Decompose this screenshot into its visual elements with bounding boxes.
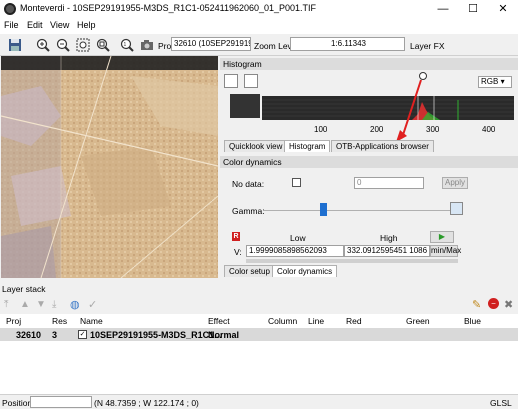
col-column[interactable]: Column: [268, 316, 297, 326]
zoom-layer-icon[interactable]: 1: [118, 36, 136, 53]
row-name: 10SEP29191955-M3DS_R1C1...: [90, 330, 222, 340]
tab-otb-applications-browser[interactable]: OTB-Applications browser: [331, 140, 434, 152]
col-effect[interactable]: Effect: [208, 316, 230, 326]
menu-file[interactable]: File: [4, 20, 19, 30]
col-res[interactable]: Res: [52, 316, 67, 326]
layer-stack-header: Layer stack: [0, 282, 518, 296]
title-bar: Monteverdi - 10SEP29191955-M3DS_R1C1-052…: [0, 0, 518, 18]
minmax-button[interactable]: min/Max: [430, 245, 461, 257]
zoom-level-field[interactable]: 1:6.11343: [290, 37, 405, 51]
histogram-title: Histogram: [223, 59, 262, 69]
nodata-label: No data:: [232, 179, 265, 189]
move-down-icon[interactable]: ▼: [36, 299, 46, 310]
col-green[interactable]: Green: [406, 316, 430, 326]
row-effect: Normal: [208, 330, 240, 340]
layer-visible-checkbox[interactable]: ✓: [78, 330, 87, 339]
tab-quicklook-view[interactable]: Quicklook view: [224, 140, 288, 152]
image-view[interactable]: [1, 56, 218, 278]
row-res: 3: [52, 330, 58, 340]
high-value-field[interactable]: 332.0912595451 1086: [344, 245, 430, 257]
tab-color-dynamics[interactable]: Color dynamics: [272, 265, 338, 277]
move-top-icon[interactable]: ⤒: [4, 299, 8, 310]
app-icon: [4, 3, 16, 15]
histogram-settings-icon[interactable]: [244, 74, 258, 88]
gamma-reset-icon[interactable]: [450, 202, 463, 215]
partial-row: [246, 259, 458, 263]
gamma-label: Gamma:: [232, 206, 265, 216]
histogram-tick-200: 200: [370, 125, 384, 134]
apply-button[interactable]: Apply: [442, 177, 468, 189]
delete-all-icon[interactable]: ✖: [504, 298, 513, 311]
col-blue[interactable]: Blue: [464, 316, 481, 326]
tab-color-setup[interactable]: Color setup: [224, 265, 275, 277]
screenshot-icon[interactable]: [138, 36, 156, 53]
zoom-extent-icon[interactable]: [74, 36, 92, 53]
delete-layer-icon[interactable]: −: [488, 298, 499, 309]
save-icon[interactable]: [6, 36, 24, 53]
maximize-button[interactable]: ☐: [458, 0, 488, 18]
col-proj[interactable]: Proj: [6, 316, 21, 326]
red-channel-badge: R: [232, 232, 240, 241]
play-icon[interactable]: ▶: [430, 231, 454, 243]
histogram-zoom-icon[interactable]: [224, 74, 238, 88]
tab-histogram[interactable]: Histogram: [284, 140, 331, 152]
low-label: Low: [290, 233, 306, 243]
position-field[interactable]: [30, 396, 92, 408]
apply-check-icon[interactable]: ✓: [88, 298, 97, 311]
color-dynamics-title: Color dynamics: [223, 157, 282, 167]
close-button[interactable]: ✕: [488, 0, 518, 18]
nodata-value-field[interactable]: 0: [354, 177, 424, 189]
layer-stack-panel: Layer stack ⤒ ▲ ▼ ⤓ ◍ ✓ ✎ − ✖ Proj Res N…: [0, 282, 518, 394]
high-label: High: [380, 233, 398, 243]
layer-stack-toolbar: ⤒ ▲ ▼ ⤓ ◍ ✓ ✎ − ✖: [0, 296, 518, 314]
load-layer-icon[interactable]: ✎: [472, 298, 481, 311]
table-row[interactable]: 32610 3 ✓ 10SEP29191955-M3DS_R1C1... Nor…: [0, 328, 518, 341]
main-toolbar: 1 Proj 32610 (10SEP291919 Zoom Level 1:6…: [0, 34, 518, 56]
zoom-full-icon[interactable]: [94, 36, 112, 53]
col-line[interactable]: Line: [308, 316, 324, 326]
menu-view[interactable]: View: [50, 20, 69, 30]
col-name[interactable]: Name: [80, 316, 103, 326]
position-label: Position: [2, 398, 33, 408]
histogram-mode-select[interactable]: RGB ▾: [478, 76, 512, 88]
coords-readout: (N 48.7359 ; W 122.174 ; 0): [94, 398, 199, 408]
satellite-image: [1, 56, 218, 278]
col-red[interactable]: Red: [346, 316, 362, 326]
low-value-field[interactable]: 1.9999085898562093: [246, 245, 344, 257]
globe-icon[interactable]: ◍: [70, 298, 80, 311]
svg-text:1: 1: [124, 42, 127, 48]
zoom-in-icon[interactable]: [34, 36, 52, 53]
histogram-dock-title: Histogram: [220, 58, 518, 70]
right-dock-panel: Histogram RGB ▾ 100 200 300 400 Quickloo…: [220, 56, 518, 278]
histogram-plot: 100 200 300 400: [222, 90, 516, 138]
histogram-tick-100: 100: [314, 125, 328, 134]
gamma-slider-handle[interactable]: [320, 203, 327, 216]
histogram-legend-block: [230, 94, 260, 118]
renderer-label: GLSL: [490, 398, 512, 408]
gamma-slider-track[interactable]: [264, 210, 450, 211]
v-label: V:: [234, 247, 242, 257]
color-dynamics-dock-title: Color dynamics: [220, 156, 518, 168]
minimize-button[interactable]: —: [428, 0, 458, 18]
window-title: Monteverdi - 10SEP29191955-M3DS_R1C1-052…: [20, 3, 317, 13]
histogram-tick-400: 400: [482, 125, 496, 134]
nodata-checkbox[interactable]: [292, 178, 301, 187]
layer-stack-title: Layer stack: [2, 284, 46, 294]
layer-fx-label: Layer FX: [410, 41, 445, 51]
row-proj: 32610: [16, 330, 42, 340]
menu-help[interactable]: Help: [77, 20, 96, 30]
move-up-icon[interactable]: ▲: [20, 299, 30, 310]
status-bar: Position (N 48.7359 ; W 122.174 ; 0) GLS…: [0, 394, 518, 409]
zoom-out-icon[interactable]: [54, 36, 72, 53]
move-bottom-icon[interactable]: ⤓: [52, 299, 56, 310]
menu-edit[interactable]: Edit: [27, 20, 43, 30]
projection-combo[interactable]: 32610 (10SEP291919: [171, 37, 251, 51]
menu-bar: File Edit View Help: [0, 18, 518, 34]
